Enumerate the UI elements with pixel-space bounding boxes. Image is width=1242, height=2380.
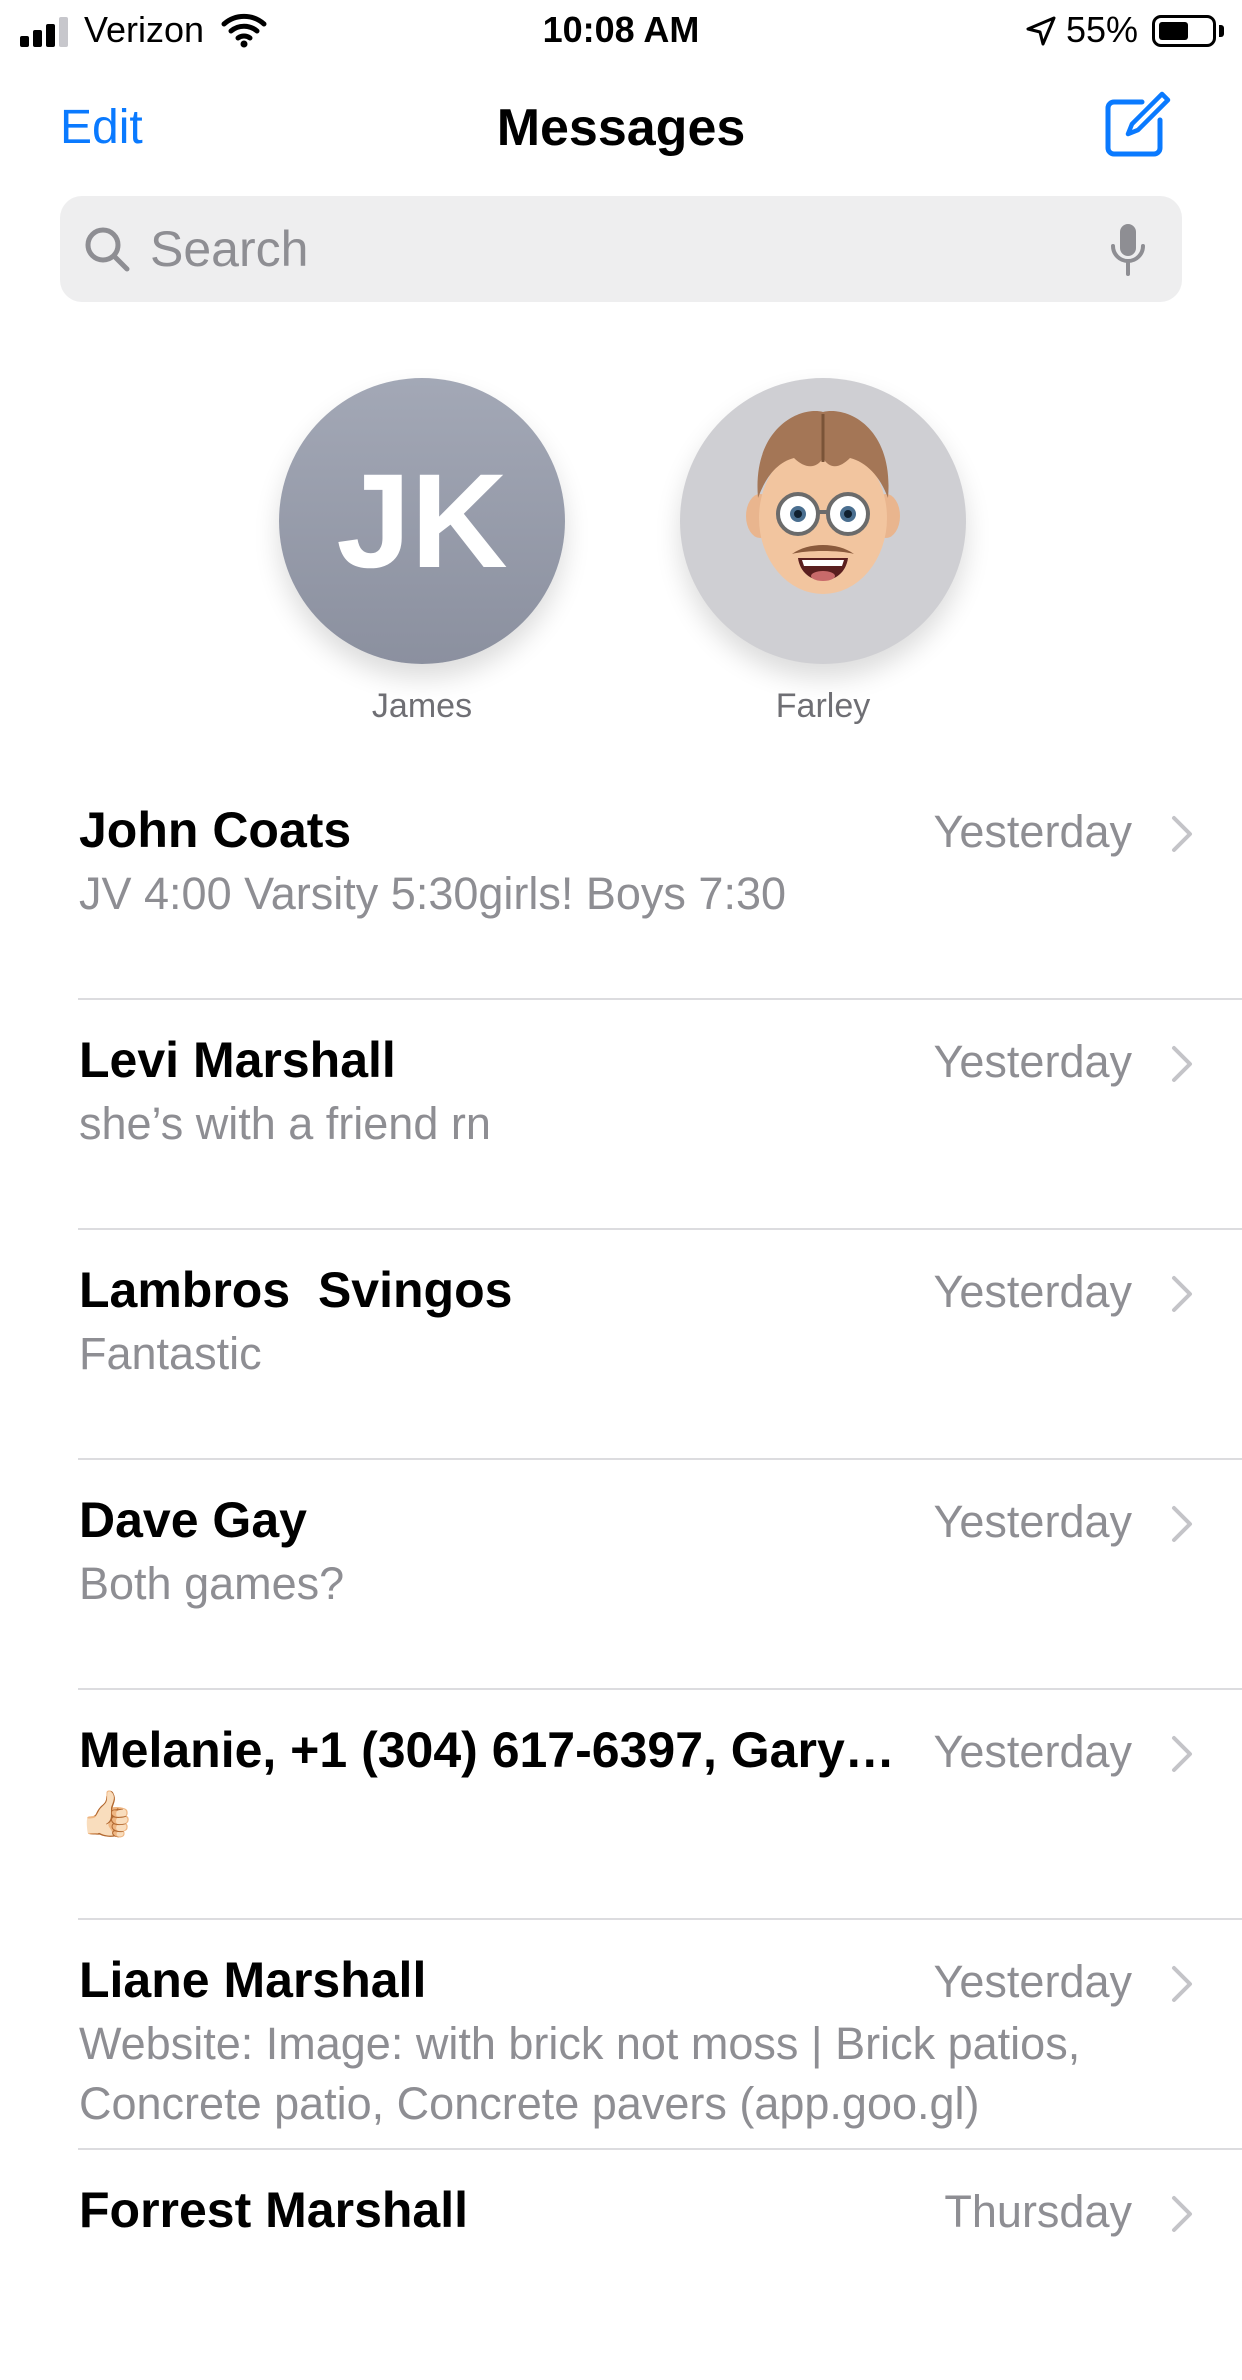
- message-preview: 👍🏻: [79, 1788, 136, 1839]
- status-bar: Verizon 10:08 AM 55%: [0, 0, 1242, 62]
- conversation-row[interactable]: Levi Marshall Yesterday she’s with a fri…: [0, 1000, 1242, 1230]
- search-input[interactable]: Search: [150, 220, 308, 278]
- compose-icon[interactable]: [1100, 90, 1172, 162]
- chevron-right-icon: [1172, 1046, 1192, 1082]
- timestamp: Yesterday: [933, 1726, 1132, 1777]
- message-preview: she’s with a friend rn: [79, 1098, 491, 1149]
- conversation-list: John Coats Yesterday JV 4:00 Varsity 5:3…: [0, 770, 1242, 2380]
- contact-name: Dave Gay: [79, 1492, 307, 1548]
- contact-name: Liane Marshall: [79, 1952, 427, 2008]
- avatar-initials: JK: [336, 447, 508, 596]
- avatar: JK: [279, 378, 565, 664]
- chevron-right-icon: [1172, 2196, 1192, 2232]
- conversation-row[interactable]: Dave Gay Yesterday Both games?: [0, 1460, 1242, 1690]
- message-preview: JV 4:00 Varsity 5:30girls! Boys 7:30: [79, 868, 787, 919]
- conversation-row[interactable]: John Coats Yesterday JV 4:00 Varsity 5:3…: [0, 770, 1242, 1000]
- pinned-contact-james[interactable]: JK James: [277, 378, 567, 726]
- conversation-row[interactable]: Forrest Marshall Thursday: [0, 2150, 1242, 2380]
- chevron-right-icon: [1172, 1506, 1192, 1542]
- conversation-row[interactable]: Melanie, +1 (304) 617-6397, Gary… Yester…: [0, 1690, 1242, 1920]
- avatar: [680, 378, 966, 664]
- memoji-icon: [746, 411, 900, 594]
- message-preview: Fantastic: [79, 1328, 262, 1379]
- chevron-right-icon: [1172, 1276, 1192, 1312]
- chevron-right-icon: [1172, 1736, 1192, 1772]
- battery-percent: 55%: [1066, 9, 1139, 50]
- pinned-contact-farley[interactable]: Farley: [678, 378, 968, 726]
- contact-name: Levi Marshall: [79, 1032, 396, 1088]
- chevron-right-icon: [1172, 1966, 1192, 2002]
- message-preview: Both games?: [79, 1558, 345, 1609]
- page-title: Messages: [496, 99, 746, 157]
- message-preview: Website: Image: with brick not moss | Br…: [79, 2018, 1081, 2129]
- conversation-row[interactable]: Lambros Svingos Yesterday Fantastic: [0, 1230, 1242, 1460]
- timestamp: Yesterday: [933, 1956, 1132, 2007]
- pinned-name: James: [371, 687, 473, 725]
- search-bar[interactable]: Search: [60, 196, 1182, 302]
- microphone-icon[interactable]: [1110, 222, 1146, 278]
- contact-name: Melanie, +1 (304) 617-6397, Gary…: [79, 1722, 895, 1778]
- battery-cap: [1219, 25, 1224, 37]
- timestamp: Thursday: [944, 2186, 1132, 2237]
- timestamp: Yesterday: [933, 1036, 1132, 1087]
- timestamp: Yesterday: [933, 1496, 1132, 1547]
- location-icon: [1026, 16, 1056, 46]
- timestamp: Yesterday: [933, 1266, 1132, 1317]
- timestamp: Yesterday: [933, 806, 1132, 857]
- contact-name: Lambros Svingos: [79, 1262, 513, 1318]
- battery-icon: [1152, 15, 1216, 47]
- search-icon: [85, 227, 130, 272]
- conversation-row[interactable]: Liane Marshall Yesterday Website: Image:…: [0, 1920, 1242, 2150]
- contact-name: Forrest Marshall: [79, 2182, 469, 2238]
- pinned-name: Farley: [775, 687, 871, 725]
- contact-name: John Coats: [79, 802, 352, 858]
- chevron-right-icon: [1172, 816, 1192, 852]
